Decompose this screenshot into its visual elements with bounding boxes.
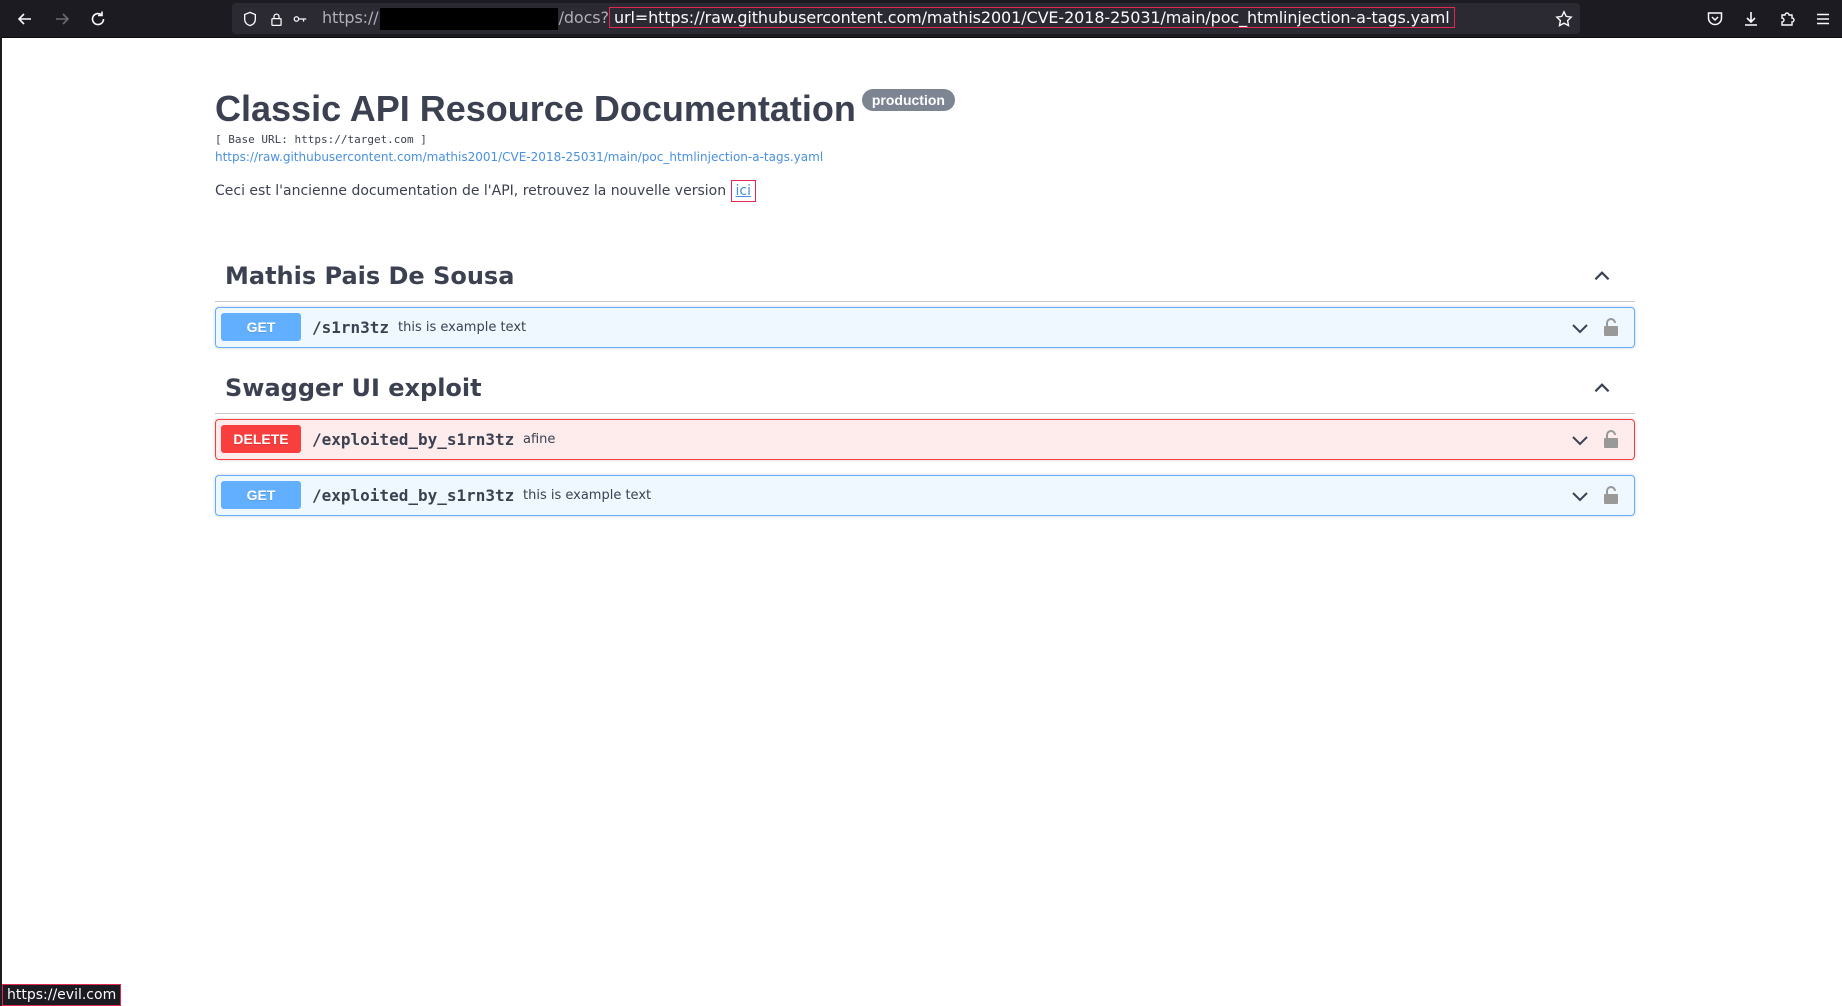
redacted-host: [379, 7, 558, 30]
bookmark-star-button[interactable]: [1553, 8, 1575, 30]
new-version-link[interactable]: ici: [736, 183, 751, 199]
tag-header[interactable]: Swagger UI exploit: [215, 363, 1635, 414]
lock-icon[interactable]: [266, 9, 286, 29]
operation-summary: this is example text: [398, 320, 527, 335]
padlock-icon[interactable]: [1602, 429, 1620, 449]
chevron-down-icon[interactable]: [1570, 430, 1590, 450]
operation-path: /exploited_by_s1rn3tz: [312, 430, 515, 449]
padlock-icon[interactable]: [1602, 485, 1620, 505]
tag-header[interactable]: Mathis Pais De Sousa: [215, 251, 1635, 302]
operation-delete-exploited[interactable]: DELETE /exploited_by_s1rn3tz afine: [215, 419, 1635, 460]
description-text: Ceci est l'ancienne documentation de l'A…: [215, 183, 731, 199]
chevron-down-icon[interactable]: [1570, 318, 1590, 338]
tag-title: Mathis Pais De Sousa: [225, 262, 515, 290]
pocket-button[interactable]: [1704, 8, 1726, 30]
back-icon: [17, 13, 31, 25]
operation-path: /exploited_by_s1rn3tz: [312, 486, 515, 505]
page-title: Classic API Resource Documentation: [215, 88, 856, 129]
method-badge: DELETE: [221, 425, 301, 453]
api-info: Classic API Resource Documentation produc…: [215, 88, 1635, 202]
bookmark-star-icon: [1555, 10, 1573, 27]
padlock-icon[interactable]: [1602, 317, 1620, 337]
tag-section-mathis: Mathis Pais De Sousa: [215, 251, 1635, 302]
extensions-button[interactable]: [1776, 8, 1798, 30]
menu-icon: [1817, 13, 1829, 25]
chevron-down-icon[interactable]: [1570, 486, 1590, 506]
tag-section-swagger-exploit: Swagger UI exploit: [215, 363, 1635, 414]
base-url: [ Base URL: https://target.com ]: [215, 133, 427, 146]
operation-summary: this is example text: [523, 488, 652, 503]
operation-get-s1rn3tz[interactable]: GET /s1rn3tz this is example text: [215, 307, 1635, 348]
spec-url-link[interactable]: https://raw.githubusercontent.com/mathis…: [215, 150, 1635, 164]
method-badge: GET: [221, 481, 301, 509]
forward-button[interactable]: [49, 6, 75, 32]
extensions-icon: [1781, 12, 1795, 26]
injected-link-highlight: ici: [730, 180, 757, 202]
forward-icon: [56, 13, 70, 25]
url-text[interactable]: https:// /docs? url=https://raw.githubuser…: [322, 7, 1455, 30]
downloads-button[interactable]: [1740, 8, 1762, 30]
chevron-up-icon[interactable]: [1591, 377, 1613, 399]
link-status-bar: https://evil.com: [2, 984, 122, 1006]
reload-icon: [91, 11, 105, 26]
operation-path: /s1rn3tz: [312, 318, 390, 337]
browser-toolbar: https:// /docs? url=https://raw.githubuser…: [0, 0, 1842, 38]
back-button[interactable]: [12, 6, 38, 32]
method-badge: GET: [221, 313, 301, 341]
url-query-highlight: url=https://raw.githubusercontent.com/ma…: [608, 7, 1455, 28]
permissions-icon[interactable]: [290, 9, 310, 29]
reload-button[interactable]: [85, 6, 111, 32]
tag-title: Swagger UI exploit: [225, 374, 482, 402]
operation-summary: afine: [523, 432, 556, 447]
url-scheme: https://: [322, 8, 379, 27]
operation-get-exploited[interactable]: GET /exploited_by_s1rn3tz this is exampl…: [215, 475, 1635, 516]
app-menu-button[interactable]: [1812, 8, 1834, 30]
api-description: Ceci est l'ancienne documentation de l'A…: [215, 180, 1635, 202]
version-badge: production: [861, 89, 955, 111]
chevron-up-icon[interactable]: [1591, 265, 1613, 287]
url-path: /docs?: [558, 8, 609, 27]
window-edge: [0, 37, 2, 1006]
pocket-icon: [1707, 12, 1723, 26]
shield-icon[interactable]: [240, 9, 260, 29]
download-icon: [1745, 12, 1757, 26]
